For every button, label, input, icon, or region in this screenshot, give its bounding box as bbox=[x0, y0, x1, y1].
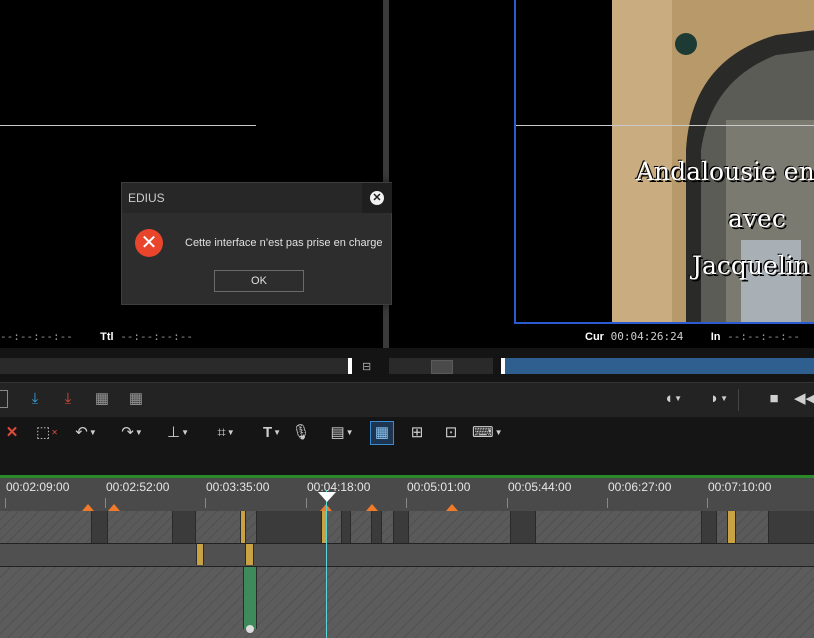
recorder-cur-label: Cur bbox=[585, 331, 604, 343]
error-dialog: EDIUS ✕ ✕ Cette interface n’est pas pris… bbox=[121, 182, 392, 305]
recorder-cur-timecode: 00:04:26:24 bbox=[610, 330, 684, 343]
add-clip-icon[interactable]: ▦ bbox=[124, 389, 148, 409]
error-icon: ✕ bbox=[135, 229, 163, 257]
sequence-marker[interactable] bbox=[366, 504, 378, 511]
clip[interactable] bbox=[243, 567, 257, 629]
clip[interactable] bbox=[768, 511, 814, 543]
player-ttl-label: Ttl bbox=[100, 331, 114, 343]
clip-marker-icon[interactable]: ▤▼ bbox=[324, 423, 360, 443]
monitor-toolbar: ⤓ ⤓ ▦ ▦ ◖▼ ◗▼ ■ ◀◀ bbox=[0, 382, 814, 417]
clip[interactable] bbox=[701, 511, 717, 543]
title-icon[interactable]: T▼ bbox=[254, 423, 290, 443]
clip[interactable] bbox=[393, 511, 409, 543]
clip[interactable] bbox=[371, 511, 382, 543]
set-in-out-icon[interactable]: ⊥▼ bbox=[160, 423, 196, 443]
recorder-scrub-handle[interactable] bbox=[501, 358, 505, 374]
ruler-tick bbox=[406, 498, 407, 508]
dialog-close-button[interactable]: ✕ bbox=[362, 183, 392, 213]
sequence-marker[interactable] bbox=[82, 504, 94, 511]
ruler-label: 00:03:35:00 bbox=[206, 480, 270, 494]
overwrite-icon[interactable]: ⤓ bbox=[58, 389, 78, 409]
audio-track-2[interactable] bbox=[0, 567, 814, 638]
sequence-marker[interactable] bbox=[446, 504, 458, 511]
timeline-ruler[interactable]: 00:02:09:00 00:02:52:00 00:03:35:00 00:0… bbox=[0, 475, 814, 511]
scrub-mode-icon[interactable]: ⊟ bbox=[362, 360, 378, 373]
voice-over-icon[interactable]: 🎙 bbox=[290, 423, 312, 443]
clip[interactable] bbox=[172, 511, 196, 543]
player-scrub-bar[interactable] bbox=[0, 358, 352, 374]
add-to-bin-icon[interactable]: ▦ bbox=[90, 389, 114, 409]
audio-track-1[interactable] bbox=[0, 544, 814, 567]
timeline-cursor-head[interactable] bbox=[318, 492, 336, 502]
ruler-label: 00:04:18:00 bbox=[307, 480, 371, 494]
toolbar-separator bbox=[738, 389, 739, 411]
ruler-tick bbox=[5, 498, 6, 508]
ruler-tick bbox=[306, 498, 307, 508]
title-line-3: Jacquelin bbox=[692, 251, 810, 280]
clip[interactable] bbox=[510, 511, 536, 543]
delete-icon[interactable]: ✕ bbox=[2, 423, 22, 443]
dialog-title: EDIUS bbox=[122, 183, 362, 213]
clip[interactable] bbox=[196, 544, 204, 565]
clip[interactable] bbox=[256, 511, 324, 543]
recorder-frame: Andalousie en avec Jacquelin bbox=[514, 0, 814, 324]
timeline-toolbar: ✕ ⬚✕ ↶▼ ↷▼ ⊥▼ ⌗▼ T▼ 🎙 ▤▼ ▦ ⊞ ⊡ ⌨▼ bbox=[0, 417, 814, 475]
ruler-tick bbox=[205, 498, 206, 508]
recorder-in-timecode: --:--:--:-- bbox=[727, 330, 800, 343]
title-line-1: Andalousie en bbox=[636, 157, 814, 186]
clip[interactable] bbox=[245, 544, 254, 565]
ruler-tick bbox=[507, 498, 508, 508]
ruler-label: 00:02:52:00 bbox=[106, 480, 170, 494]
player-timecodes: --:--:--:-- Ttl --:--:--:-- bbox=[0, 330, 193, 343]
multicam-icon[interactable]: ⊡ bbox=[440, 423, 462, 443]
clip[interactable] bbox=[240, 511, 246, 543]
clip[interactable] bbox=[727, 511, 736, 543]
title-overlay: Andalousie en avec Jacquelin bbox=[636, 148, 814, 289]
rewind-icon[interactable]: ◀◀ bbox=[794, 389, 814, 409]
clip[interactable] bbox=[91, 511, 108, 543]
ruler-tick bbox=[607, 498, 608, 508]
keyboard-icon[interactable]: ⌨▼ bbox=[472, 423, 503, 443]
keyframe-handle[interactable] bbox=[246, 625, 254, 633]
shuttle-handle[interactable] bbox=[431, 360, 453, 374]
mixer-icon[interactable]: ⊞ bbox=[406, 423, 428, 443]
close-icon: ✕ bbox=[370, 191, 384, 205]
mark-out-icon[interactable]: ◗▼ bbox=[702, 389, 736, 409]
recorder-in-label: In bbox=[710, 331, 721, 343]
crop-icon[interactable]: ⌗▼ bbox=[208, 423, 244, 443]
insert-icon[interactable]: ⤓ bbox=[25, 389, 45, 409]
ruler-label: 00:05:01:00 bbox=[407, 480, 471, 494]
sequence-marker[interactable] bbox=[108, 504, 120, 511]
ruler-label: 00:02:09:00 bbox=[6, 480, 70, 494]
timeline-cursor[interactable] bbox=[326, 490, 327, 638]
ok-button[interactable]: OK bbox=[214, 270, 304, 292]
timeline-view-icon[interactable]: ▦ bbox=[370, 421, 394, 445]
ruler-label: 00:06:27:00 bbox=[608, 480, 672, 494]
player-ttl-timecode: --:--:--:-- bbox=[120, 330, 194, 343]
ruler-label: 00:05:44:00 bbox=[508, 480, 572, 494]
video-track-1[interactable] bbox=[0, 511, 814, 544]
undo-icon[interactable]: ↶▼ bbox=[68, 423, 104, 443]
player-scrub-handle[interactable] bbox=[348, 358, 352, 374]
mark-in-icon[interactable]: ◖▼ bbox=[656, 389, 690, 409]
recorder-timecodes: Cur 00:04:26:24 In --:--:--:-- bbox=[585, 330, 800, 343]
dialog-message: Cette interface n’est pas prise en charg… bbox=[185, 237, 383, 249]
recorder-line bbox=[516, 125, 814, 126]
redo-icon[interactable]: ↷▼ bbox=[114, 423, 150, 443]
stop-icon[interactable]: ■ bbox=[764, 389, 784, 409]
ripple-icon[interactable]: ⬚✕ bbox=[34, 423, 60, 443]
clip[interactable] bbox=[341, 511, 351, 543]
ruler-tick bbox=[707, 498, 708, 508]
player-in-timecode: --:--:--:-- bbox=[0, 330, 73, 343]
ruler-tick bbox=[105, 498, 106, 508]
panel-edge-icon[interactable] bbox=[0, 390, 8, 408]
player-line bbox=[0, 125, 256, 126]
recorder-scrub-bar[interactable] bbox=[502, 358, 814, 374]
ruler-label: 00:07:10:00 bbox=[708, 480, 772, 494]
title-line-2: avec bbox=[728, 204, 786, 233]
